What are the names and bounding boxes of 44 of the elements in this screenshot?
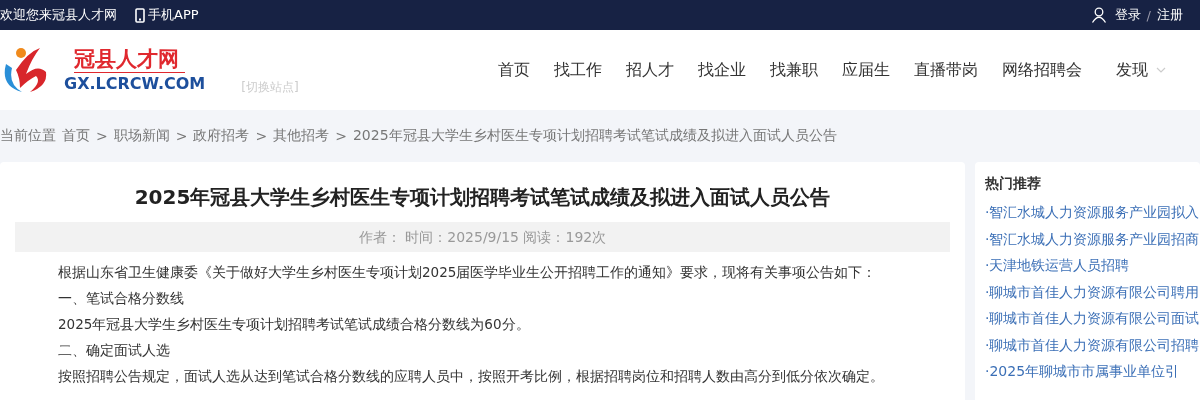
breadcrumb-separator: >	[175, 128, 188, 144]
breadcrumb-link[interactable]: 职场新闻	[113, 127, 170, 145]
site-logo[interactable]: 冠县人才网 GX.LCRCW.COM	[2, 44, 206, 96]
breadcrumb-link[interactable]: 其他招考	[273, 127, 330, 145]
nav-link[interactable]: 发现	[1116, 59, 1166, 81]
article-paragraph: 一、笔试合格分数线	[58, 289, 185, 308]
breadcrumb-link[interactable]: 首页	[62, 127, 90, 145]
breadcrumb-label: 当前位置	[0, 127, 56, 145]
nav-link[interactable]: 首页	[498, 59, 530, 81]
recommended-link[interactable]: ·天津地铁运营人员招聘	[985, 252, 1200, 279]
logo-domain: GX.LCRCW.COM	[64, 72, 206, 95]
article-paragraph: 按照招聘公告规定，面试人选从达到笔试合格分数线的应聘人员中，按照开考比例，根据招聘岗位和招聘人数由高分到低分依次确定。	[58, 367, 885, 386]
recommended-link[interactable]: ·智汇水城人力资源服务产业园拟入	[985, 199, 1200, 226]
login-link[interactable]: 登录	[1114, 6, 1141, 24]
recommended-link[interactable]: ·聊城市首佳人力资源有限公司聘用	[985, 278, 1200, 305]
nav-link[interactable]: 找企业	[698, 59, 746, 81]
user-icon	[1090, 7, 1107, 23]
sidebar-title: 热门推荐	[985, 174, 1042, 193]
article-paragraph: 2025年冠县大学生乡村医生专项计划招聘考试笔试成绩合格分数线为60分。	[58, 315, 531, 334]
recommended-link[interactable]: ·聊城市首佳人力资源有限公司招聘	[985, 331, 1200, 358]
article-paragraph: 二、确定面试人选	[58, 341, 171, 360]
phone-icon	[135, 7, 145, 23]
article-title: 2025年冠县大学生乡村医生专项计划招聘考试笔试成绩及拟进入面试人员公告	[133, 184, 832, 211]
logo-title: 冠县人才网	[74, 45, 185, 73]
nav-link[interactable]: 直播带岗	[914, 59, 978, 81]
nav-link[interactable]: 应届生	[842, 59, 890, 81]
mobile-app-link[interactable]: 手机APP	[135, 6, 199, 24]
recommended-link[interactable]: ·聊城市首佳人力资源有限公司面试	[985, 305, 1200, 332]
breadcrumb-link[interactable]: 政府招考	[193, 127, 250, 145]
recommended-link[interactable]: ·2025年聊城市市属事业单位引	[985, 358, 1200, 385]
breadcrumb-separator: >	[96, 128, 108, 144]
breadcrumb-link[interactable]: 2025年冠县大学生乡村医生专项计划招聘考试笔试成绩及拟进入面试人员公告	[352, 127, 837, 145]
breadcrumb-separator: >	[335, 128, 347, 144]
article-meta: 作者： 时间：2025/9/15 阅读：192次	[15, 222, 950, 252]
recommended-link[interactable]: ·智汇水城人力资源服务产业园招商	[985, 225, 1200, 252]
separator-text: /	[1146, 7, 1151, 23]
breadcrumb-separator: >	[255, 128, 268, 144]
welcome-text: 欢迎您来冠县人才网	[0, 6, 117, 24]
nav-link[interactable]: 找工作	[554, 59, 602, 81]
nav-link[interactable]: 找兼职	[770, 59, 818, 81]
register-link[interactable]: 注册	[1157, 6, 1183, 24]
article-paragraph: 根据山东省卫生健康委《关于做好大学生乡村医生专项计划2025届医学毕业生公开招聘工作的通知》要求，现将有关事项公告如下：	[58, 263, 878, 282]
nav-link[interactable]: 网络招聘会	[1002, 59, 1082, 81]
nav-link[interactable]: 招人才	[626, 59, 674, 81]
